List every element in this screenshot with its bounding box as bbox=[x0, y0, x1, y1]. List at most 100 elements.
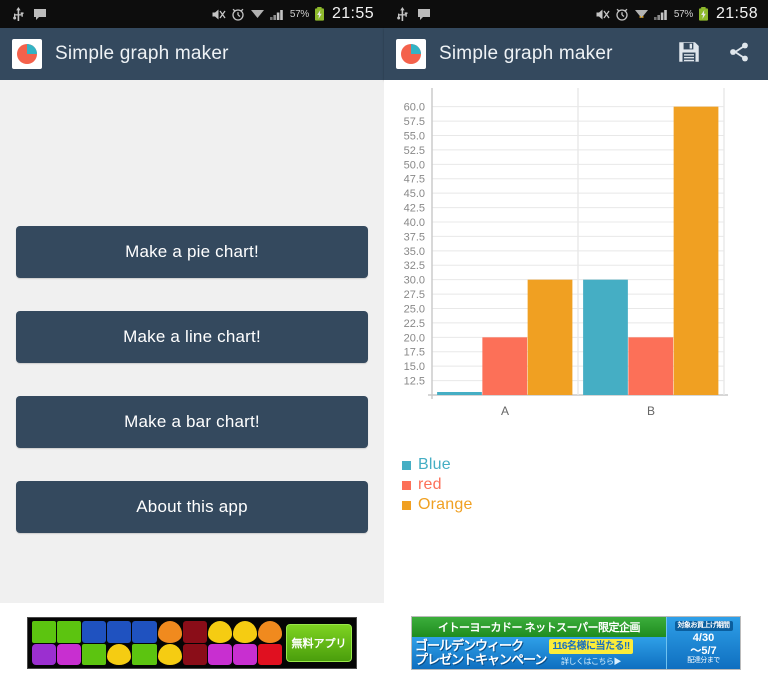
svg-text:45.0: 45.0 bbox=[404, 188, 425, 200]
svg-text:30.0: 30.0 bbox=[404, 275, 425, 287]
status-bar-right-icons-2: 57% 21:58 bbox=[595, 5, 762, 23]
ito-ad-side-badge: 対象お買上げ期間 bbox=[674, 620, 733, 631]
battery-charging-icon bbox=[314, 7, 325, 21]
wifi-download-icon bbox=[634, 8, 649, 21]
svg-text:50.0: 50.0 bbox=[404, 159, 425, 171]
make-pie-chart-label: Make a pie chart! bbox=[125, 242, 259, 261]
svg-text:27.5: 27.5 bbox=[404, 289, 425, 301]
candy-piece bbox=[82, 643, 107, 665]
ito-ad-main: イトーヨーカドー ネットスーパー限定企画 ゴールデンウィーク プレゼントキャンペ… bbox=[412, 617, 666, 669]
candy-piece bbox=[157, 621, 182, 643]
svg-text:17.5: 17.5 bbox=[404, 347, 425, 359]
battery-charging-icon bbox=[698, 7, 709, 21]
legend-swatch-blue bbox=[402, 460, 411, 470]
candy-piece bbox=[232, 621, 257, 643]
bar-chart[interactable]: 12.5 15.0 17.5 20.0 22.5 25.0 27.5 30.0 32.5 35.0… bbox=[384, 80, 768, 440]
ito-ad-title-line1: ゴールデンウィーク bbox=[415, 638, 524, 654]
svg-text:20.0: 20.0 bbox=[404, 332, 425, 344]
share-icon bbox=[726, 39, 752, 70]
clock-label: 21:55 bbox=[331, 5, 374, 22]
svg-text:22.5: 22.5 bbox=[404, 318, 425, 330]
svg-text:B: B bbox=[647, 404, 655, 418]
legend-label-orange: Orange bbox=[418, 496, 473, 513]
app-toolbar-left: Simple graph maker bbox=[0, 28, 384, 80]
menu-screen-body: Make a pie chart! Make a line chart! Mak… bbox=[0, 80, 384, 603]
svg-text:37.5: 37.5 bbox=[404, 231, 425, 243]
floppy-disk-icon bbox=[676, 39, 702, 70]
svg-text:55.0: 55.0 bbox=[404, 130, 425, 142]
ito-ad-highlight-group: 116名様に当たる!! 詳しくはこちら▶ bbox=[549, 639, 633, 667]
candy-piece bbox=[257, 643, 282, 665]
svg-text:A: A bbox=[501, 404, 509, 418]
status-bar-right: 57% 21:58 bbox=[384, 0, 768, 28]
chart-legend: Blue red Orange bbox=[402, 456, 473, 516]
message-icon bbox=[33, 8, 47, 21]
svg-text:60.0: 60.0 bbox=[404, 102, 425, 114]
share-button[interactable] bbox=[722, 37, 756, 71]
app-toolbar-right: Simple graph maker bbox=[384, 28, 768, 80]
mute-icon bbox=[211, 8, 226, 21]
candy-piece bbox=[107, 643, 132, 665]
candy-crush-ad[interactable]: 無料アプリ bbox=[27, 617, 357, 669]
ito-ad-side-date1: 4/30 bbox=[692, 631, 715, 644]
about-this-app-button[interactable]: About this app bbox=[16, 481, 368, 533]
app-title-left: Simple graph maker bbox=[55, 43, 229, 64]
svg-text:52.5: 52.5 bbox=[404, 145, 425, 157]
status-bar-left-icons bbox=[6, 6, 47, 22]
candy-piece bbox=[132, 643, 157, 665]
legend-item-red: red bbox=[402, 476, 473, 494]
status-bar-left: 57% 21:55 bbox=[0, 0, 384, 28]
candy-piece bbox=[132, 621, 157, 643]
usb-icon bbox=[13, 6, 24, 22]
candy-grid bbox=[32, 621, 282, 665]
ito-ad-body: ゴールデンウィーク プレゼントキャンペーン 116名様に当たる!! 詳しくはこち… bbox=[412, 637, 666, 669]
candy-piece bbox=[107, 621, 132, 643]
svg-text:15.0: 15.0 bbox=[404, 361, 425, 373]
make-pie-chart-button[interactable]: Make a pie chart! bbox=[16, 226, 368, 278]
make-line-chart-label: Make a line chart! bbox=[123, 327, 261, 346]
candy-piece bbox=[207, 621, 232, 643]
legend-item-blue: Blue bbox=[402, 456, 473, 474]
make-line-chart-button[interactable]: Make a line chart! bbox=[16, 311, 368, 363]
ad-banner-right[interactable]: イトーヨーカドー ネットスーパー限定企画 ゴールデンウィーク プレゼントキャンペ… bbox=[384, 603, 768, 683]
svg-text:25.0: 25.0 bbox=[404, 303, 425, 315]
ito-ad-title: ゴールデンウィーク プレゼントキャンペーン bbox=[415, 638, 547, 667]
battery-percent-label: 57% bbox=[673, 8, 693, 20]
svg-text:35.0: 35.0 bbox=[404, 246, 425, 258]
candy-piece bbox=[57, 621, 82, 643]
status-bar-left-icons-2 bbox=[390, 6, 431, 22]
svg-text:32.5: 32.5 bbox=[404, 260, 425, 272]
candy-piece bbox=[32, 643, 57, 665]
signal-icon bbox=[269, 8, 285, 20]
candy-piece bbox=[257, 621, 282, 643]
left-screen-menu: 57% 21:55 Simple graph maker Make a pie … bbox=[0, 0, 384, 683]
wifi-icon bbox=[250, 8, 265, 21]
candy-piece bbox=[82, 621, 107, 643]
candy-piece bbox=[207, 643, 232, 665]
ito-yokado-ad[interactable]: イトーヨーカドー ネットスーパー限定企画 ゴールデンウィーク プレゼントキャンペ… bbox=[411, 616, 741, 670]
status-bar-right-icons: 57% 21:55 bbox=[211, 5, 378, 23]
ad-banner-left[interactable]: 無料アプリ bbox=[0, 603, 384, 683]
save-button[interactable] bbox=[672, 37, 706, 71]
ito-ad-side-date2: ～5/7 bbox=[690, 644, 717, 657]
right-screen-chart: 57% 21:58 Simple graph maker 12.5 15.0 1… bbox=[384, 0, 768, 683]
make-bar-chart-button[interactable]: Make a bar chart! bbox=[16, 396, 368, 448]
free-app-cta-button[interactable]: 無料アプリ bbox=[286, 624, 352, 662]
ito-ad-link[interactable]: 詳しくはこちら▶ bbox=[549, 656, 632, 667]
bar-chart-svg: 12.5 15.0 17.5 20.0 22.5 25.0 27.5 30.0 32.5 35.0… bbox=[404, 88, 728, 418]
about-this-app-label: About this app bbox=[136, 497, 248, 516]
legend-item-orange: Orange bbox=[402, 496, 473, 514]
candy-piece bbox=[57, 643, 82, 665]
candy-piece bbox=[182, 621, 207, 643]
svg-text:57.5: 57.5 bbox=[404, 116, 425, 128]
menu-button-list: Make a pie chart! Make a line chart! Mak… bbox=[16, 226, 368, 533]
pie-chart-logo-icon bbox=[12, 39, 42, 69]
ito-ad-title-line2: プレゼントキャンペーン bbox=[415, 652, 547, 667]
pie-chart-logo-icon bbox=[396, 39, 426, 69]
chart-screen-body: 12.5 15.0 17.5 20.0 22.5 25.0 27.5 30.0 32.5 35.0… bbox=[384, 80, 768, 603]
dual-screenshot: 57% 21:55 Simple graph maker Make a pie … bbox=[0, 0, 768, 683]
mute-icon bbox=[595, 8, 610, 21]
legend-label-blue: Blue bbox=[418, 456, 451, 473]
app-title-right: Simple graph maker bbox=[439, 43, 613, 64]
usb-icon bbox=[397, 6, 408, 22]
